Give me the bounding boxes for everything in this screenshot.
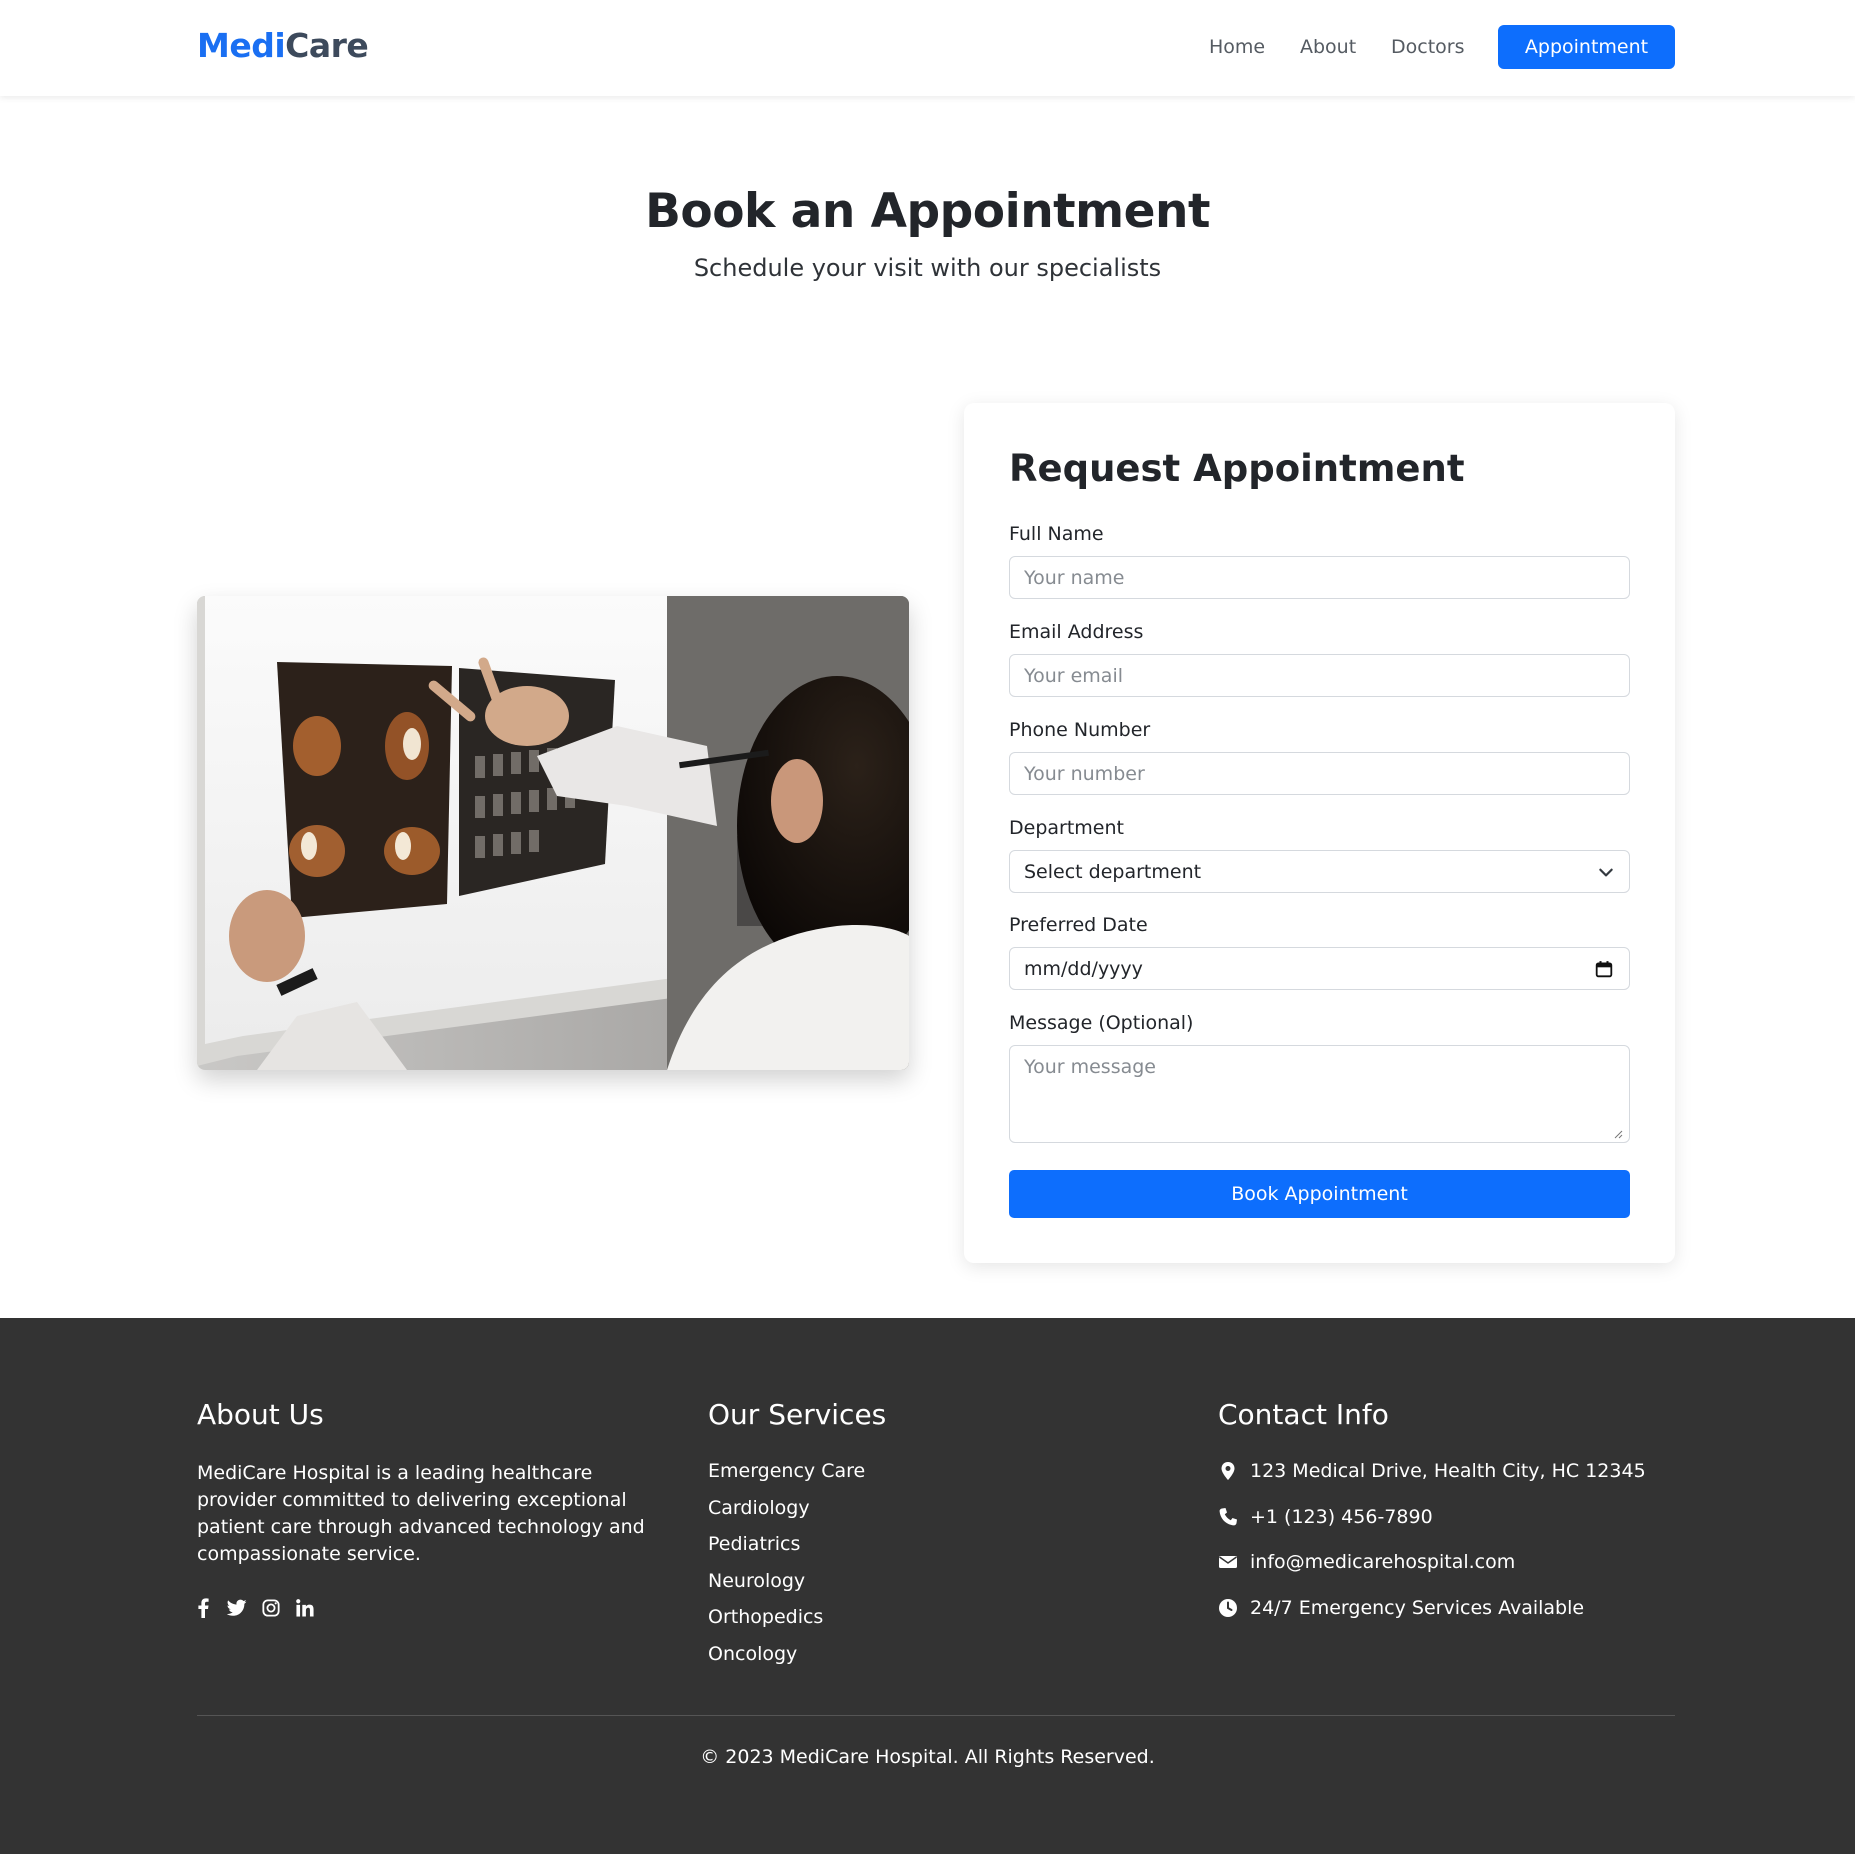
doctor-xray-photo xyxy=(197,596,909,1070)
full-name-label: Full Name xyxy=(1009,523,1104,545)
service-link-neurology[interactable]: Neurology xyxy=(708,1570,805,1592)
full-name-input[interactable] xyxy=(1009,556,1630,599)
department-select[interactable]: Select department xyxy=(1009,850,1630,893)
chevron-down-icon xyxy=(1599,868,1613,877)
twitter-icon[interactable] xyxy=(227,1598,247,1618)
contact-address-text: 123 Medical Drive, Health City, HC 12345 xyxy=(1250,1460,1646,1482)
email-label: Email Address xyxy=(1009,621,1144,643)
footer-services-title: Our Services xyxy=(708,1398,887,1431)
nav-appointment-button[interactable]: Appointment xyxy=(1498,25,1675,69)
footer-divider xyxy=(197,1715,1675,1716)
brand-part-1: Medi xyxy=(197,26,286,65)
contact-hours-text: 24/7 Emergency Services Available xyxy=(1250,1597,1585,1619)
service-link-orthopedics[interactable]: Orthopedics xyxy=(708,1606,823,1628)
footer-about-title: About Us xyxy=(197,1398,324,1431)
contact-email-text: info@medicarehospital.com xyxy=(1250,1551,1516,1573)
brand-logo[interactable]: MediCare xyxy=(197,26,369,65)
map-pin-icon xyxy=(1221,1462,1235,1480)
date-value: mm/dd/yyyy xyxy=(1024,957,1143,980)
message-textarea[interactable] xyxy=(1009,1045,1630,1143)
footer-about-text: MediCare Hospital is a leading healthcar… xyxy=(197,1462,645,1565)
calendar-icon[interactable] xyxy=(1595,960,1613,978)
envelope-icon xyxy=(1219,1556,1237,1568)
service-link-cardiology[interactable]: Cardiology xyxy=(708,1497,810,1519)
nav-link-home[interactable]: Home xyxy=(1209,36,1265,58)
department-label: Department xyxy=(1009,817,1124,839)
contact-address: 123 Medical Drive, Health City, HC 12345 xyxy=(1218,1459,1646,1483)
contact-email[interactable]: info@medicarehospital.com xyxy=(1218,1550,1515,1574)
phone-icon xyxy=(1219,1508,1237,1526)
preferred-date-input[interactable]: mm/dd/yyyy xyxy=(1009,947,1630,990)
contact-phone[interactable]: +1 (123) 456-7890 xyxy=(1218,1505,1433,1529)
contact-hours: 24/7 Emergency Services Available xyxy=(1218,1596,1584,1620)
contact-phone-text: +1 (123) 456-7890 xyxy=(1250,1506,1433,1528)
page-title: Book an Appointment xyxy=(645,184,1210,239)
nav-link-about[interactable]: About xyxy=(1300,36,1356,58)
page-subtitle: Schedule your visit with our specialists xyxy=(693,254,1162,282)
footer: About Us MediCare Hospital is a leading … xyxy=(0,1318,1855,1854)
footer-contact-title: Contact Info xyxy=(1218,1398,1389,1431)
phone-input[interactable] xyxy=(1009,752,1630,795)
service-link-pediatrics[interactable]: Pediatrics xyxy=(708,1533,800,1555)
email-input[interactable] xyxy=(1009,654,1630,697)
department-selected-value: Select department xyxy=(1024,860,1202,883)
instagram-icon[interactable] xyxy=(262,1598,280,1618)
message-label: Message (Optional) xyxy=(1009,1012,1194,1034)
appointment-form-card: Request Appointment Full Name Email Addr… xyxy=(964,403,1675,1263)
date-label: Preferred Date xyxy=(1009,914,1148,936)
message-wrapper xyxy=(964,1045,1675,1143)
nav-link-doctors[interactable]: Doctors xyxy=(1391,36,1465,58)
resize-handle-icon[interactable] xyxy=(1613,1129,1623,1139)
service-link-emergency[interactable]: Emergency Care xyxy=(708,1460,865,1482)
copyright-text: © 2023 MediCare Hospital. All Rights Res… xyxy=(700,1746,1155,1768)
linkedin-icon[interactable] xyxy=(296,1598,314,1618)
facebook-icon[interactable] xyxy=(197,1598,209,1618)
phone-label: Phone Number xyxy=(1009,719,1151,741)
form-title: Request Appointment xyxy=(1009,447,1465,490)
clock-icon xyxy=(1219,1599,1237,1617)
book-appointment-button[interactable]: Book Appointment xyxy=(1009,1170,1630,1218)
service-link-oncology[interactable]: Oncology xyxy=(708,1643,797,1665)
navbar: MediCare Home About Doctors Appointment xyxy=(0,0,1855,96)
brand-part-2: Care xyxy=(285,26,369,65)
